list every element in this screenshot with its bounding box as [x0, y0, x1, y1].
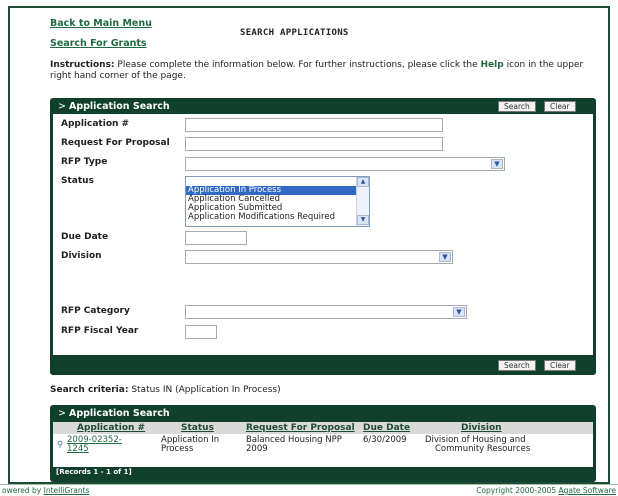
- rfp-fiscal-year-label: RFP Fiscal Year: [61, 326, 139, 336]
- status-cell-line2: Process: [161, 444, 194, 454]
- status-label: Status: [61, 176, 94, 186]
- page-frame: Back to Main Menu Search For Grants SEAR…: [8, 6, 610, 484]
- column-request-for-proposal[interactable]: Request For Proposal: [246, 423, 355, 433]
- division-cell: Division of Housing and Community Resour…: [425, 436, 530, 454]
- due-date-label: Due Date: [61, 232, 109, 242]
- rfp-type-select[interactable]: ▼: [185, 157, 505, 171]
- header-links: Back to Main Menu Search For Grants: [50, 18, 152, 58]
- status-listbox[interactable]: Application In Process Application Cance…: [185, 176, 370, 227]
- copyright: Copyright 2000-2005 Agate Software: [476, 486, 616, 495]
- rfp-category-label: RFP Category: [61, 306, 130, 316]
- records-count: [Records 1 - 1 of 1]: [56, 468, 132, 476]
- scroll-down-icon[interactable]: ▼: [357, 215, 369, 225]
- results-panel-title: > Application Search: [58, 408, 170, 419]
- chevron-down-icon[interactable]: ▼: [491, 159, 503, 169]
- results-panel-title-text: Application Search: [68, 408, 170, 419]
- page-title: SEARCH APPLICATIONS: [240, 28, 349, 38]
- search-criteria: Search criteria: Status IN (Application …: [50, 385, 281, 395]
- search-criteria-label: Search criteria:: [50, 385, 129, 395]
- chevron-right-icon: >: [58, 101, 66, 112]
- results-table-header: Application # Status Request For Proposa…: [53, 422, 593, 434]
- status-cell: Application In Process: [161, 436, 219, 454]
- instructions: Instructions: Please complete the inform…: [50, 60, 595, 82]
- column-division[interactable]: Division: [461, 423, 502, 433]
- back-to-main-menu-link[interactable]: Back to Main Menu: [50, 18, 152, 29]
- due-date-cell: 6/30/2009: [363, 435, 407, 445]
- powered-by: owered by IntelliGrants: [2, 486, 89, 495]
- division-select[interactable]: ▼: [185, 250, 453, 264]
- rfp-input[interactable]: [185, 137, 443, 151]
- search-button-top[interactable]: Search: [498, 101, 536, 112]
- copyright-text: Copyright 2000-2005: [476, 486, 557, 495]
- results-panel: > Application Search Application # Status…: [50, 405, 596, 482]
- rfp-cell: Balanced Housing NPP 2009: [246, 436, 342, 454]
- application-search-panel: > Application Search Search Clear Applica…: [50, 98, 596, 375]
- due-date-input[interactable]: [185, 231, 247, 245]
- magnifier-icon[interactable]: ⚲: [57, 441, 63, 450]
- rfp-cell-line2: 2009: [246, 444, 268, 454]
- column-due-date[interactable]: Due Date: [363, 423, 410, 433]
- application-number-input[interactable]: [185, 118, 443, 132]
- division-cell-line2: Community Resources: [435, 444, 531, 454]
- powered-by-text: owered by: [2, 486, 42, 495]
- scroll-up-icon[interactable]: ▲: [357, 177, 369, 187]
- search-button-bottom[interactable]: Search: [498, 360, 536, 371]
- clear-button-bottom[interactable]: Clear: [544, 360, 576, 371]
- chevron-down-icon[interactable]: ▼: [439, 252, 451, 262]
- search-criteria-text: Status IN (Application In Process): [131, 385, 281, 395]
- intelligrants-link[interactable]: IntelliGrants: [44, 486, 90, 495]
- rfp-category-select[interactable]: ▼: [185, 305, 467, 319]
- agate-software-link[interactable]: Agate Software: [559, 486, 617, 495]
- application-number-cell[interactable]: 2009-02352- 1245: [67, 436, 122, 454]
- division-label: Division: [61, 251, 102, 261]
- footer: owered by IntelliGrants Copyright 2000-2…: [0, 484, 618, 496]
- panel-title-text: Application Search: [68, 101, 170, 112]
- column-application-number[interactable]: Application #: [77, 423, 145, 433]
- rfp-type-label: RFP Type: [61, 157, 108, 167]
- search-form: Application # Request For Proposal RFP T…: [53, 114, 593, 355]
- status-option[interactable]: Application Modifications Required: [186, 213, 369, 222]
- panel-title: > Application Search: [58, 101, 170, 112]
- chevron-right-icon: >: [58, 408, 66, 419]
- clear-button-top[interactable]: Clear: [544, 101, 576, 112]
- application-number-link-2[interactable]: 1245: [67, 444, 89, 454]
- results-table: Application # Status Request For Proposa…: [53, 422, 593, 467]
- column-status[interactable]: Status: [181, 423, 214, 433]
- instructions-text-1: Please complete the information below. F…: [117, 60, 478, 70]
- rfp-fiscal-year-input[interactable]: [185, 325, 217, 339]
- help-word: Help: [480, 60, 504, 70]
- application-number-label: Application #: [61, 119, 130, 129]
- instructions-label: Instructions:: [50, 60, 115, 70]
- chevron-down-icon[interactable]: ▼: [453, 307, 465, 317]
- search-for-grants-link[interactable]: Search For Grants: [50, 38, 152, 49]
- rfp-label: Request For Proposal: [61, 138, 170, 148]
- status-scrollbar[interactable]: ▲ ▼: [356, 177, 369, 226]
